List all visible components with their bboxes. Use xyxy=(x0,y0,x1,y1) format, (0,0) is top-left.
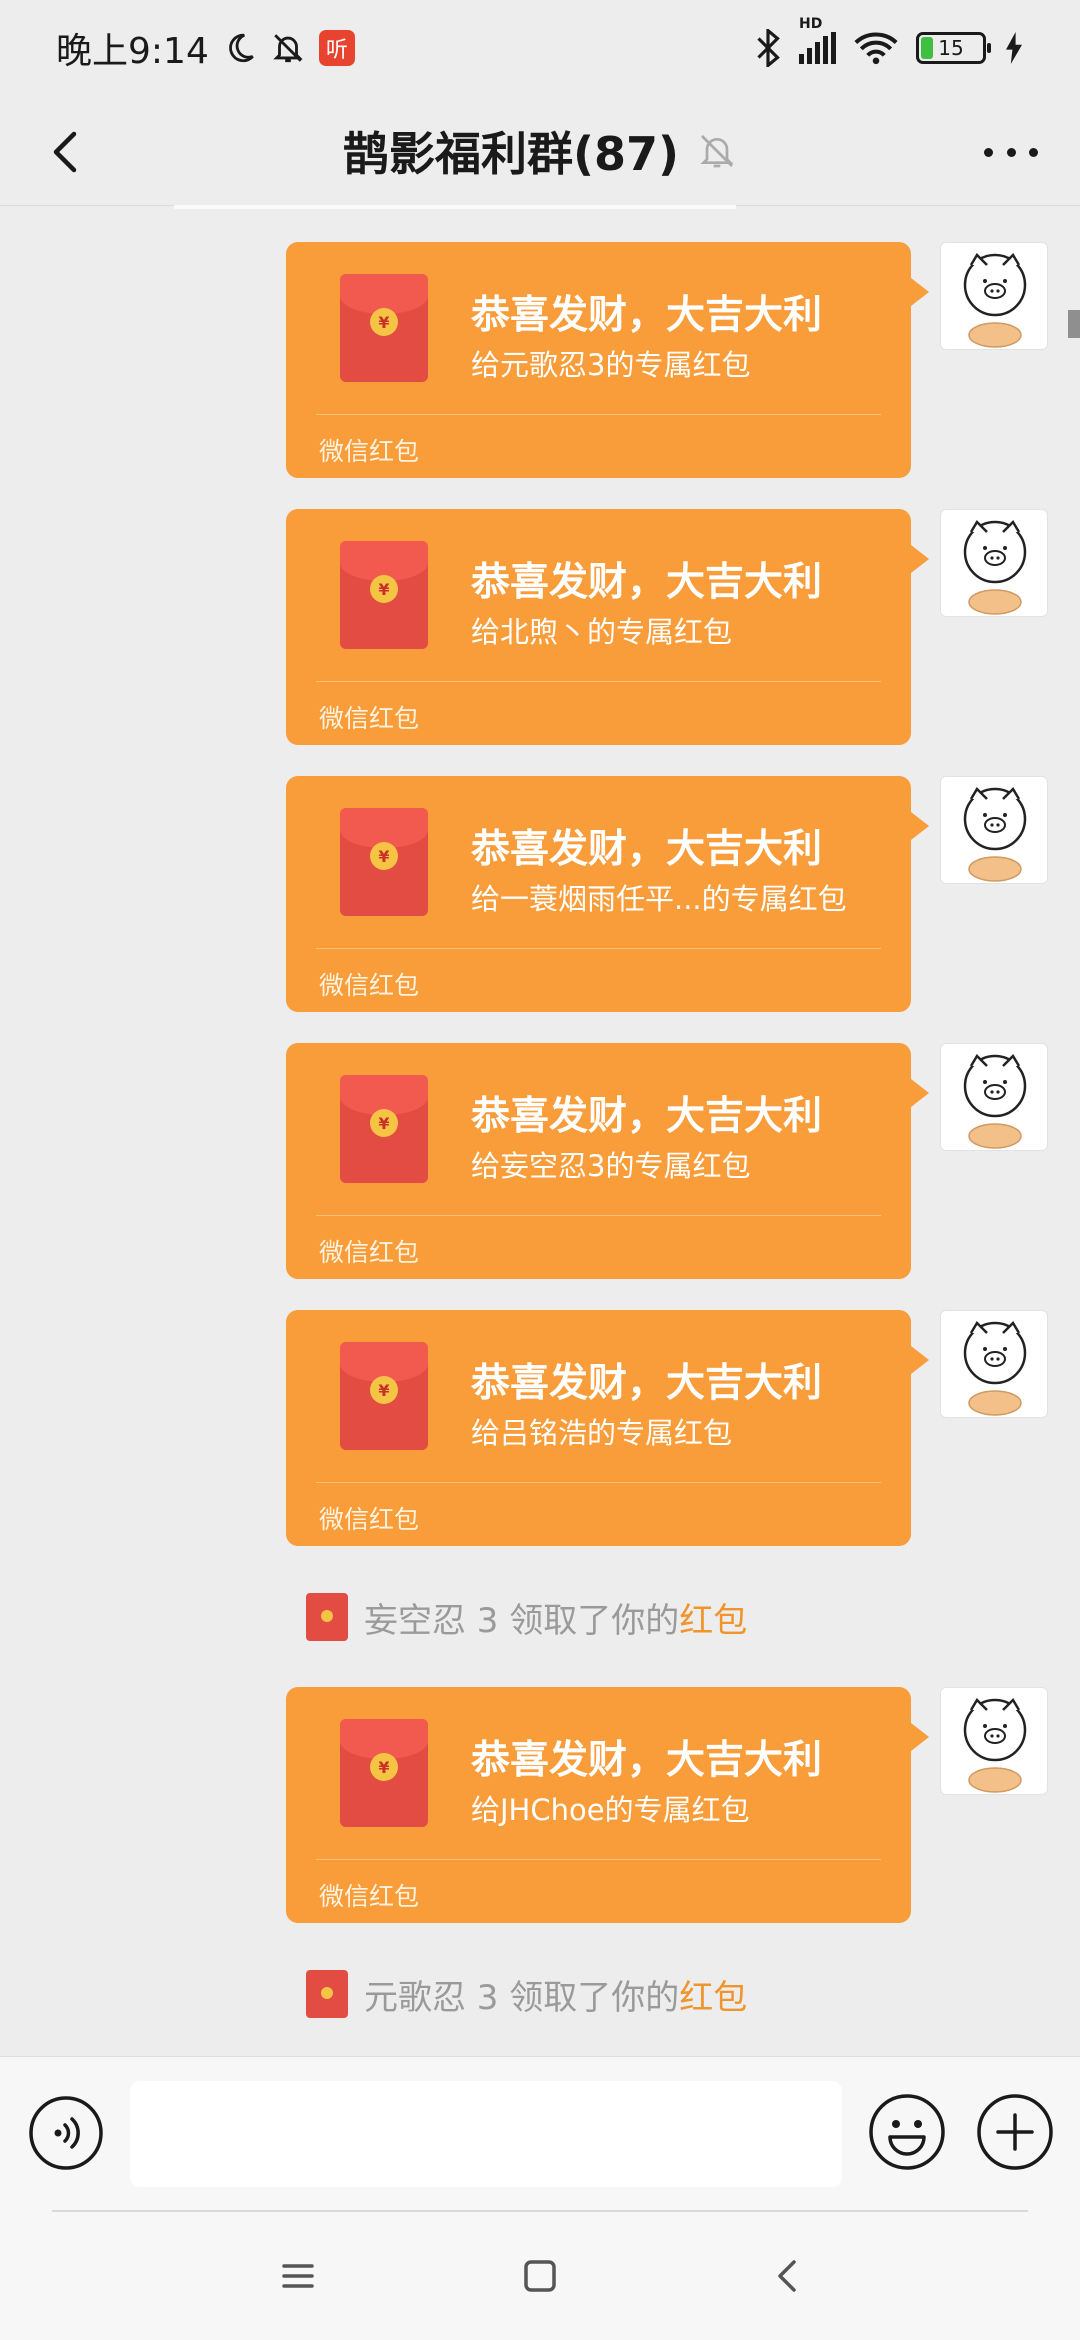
red-packet-recipient: 给JHChoe的专属红包 xyxy=(471,1793,750,1827)
red-packet-divider xyxy=(316,414,881,415)
red-packet-recipient: 给妄空忍3的专属红包 xyxy=(471,1149,751,1183)
red-packet-message[interactable]: ¥ 恭喜发财，大吉大利 给一蓑烟雨任平...的专属红包 微信红包 xyxy=(286,776,929,1012)
avatar[interactable] xyxy=(940,1687,1048,1795)
red-packet-message[interactable]: ¥ 恭喜发财，大吉大利 给吕铭浩的专属红包 微信红包 xyxy=(286,1310,929,1546)
red-packet-brand: 微信红包 xyxy=(319,1882,420,1911)
notice-text: 元歌忍 3 领取了你的 xyxy=(364,1977,680,2018)
plus-icon[interactable] xyxy=(976,2093,1054,2171)
status-bar: 晚上9:14 听 HD 15 xyxy=(0,0,1080,96)
red-packet-recipient: 给北煦丶的专属红包 xyxy=(471,615,733,649)
battery-level: 15 xyxy=(938,36,964,60)
more-dots-icon[interactable] xyxy=(976,122,1046,182)
red-packet-icon: ¥ xyxy=(340,274,428,382)
status-left: 晚上9:14 听 xyxy=(56,22,355,74)
red-packet-brand: 微信红包 xyxy=(319,1238,420,1267)
app-badge: 听 xyxy=(318,30,355,66)
system-notice-text: 妄空忍 3 领取了你的红包 xyxy=(364,1593,747,1642)
red-packet-recipient: 给一蓑烟雨任平...的专属红包 xyxy=(471,882,847,916)
red-packet-title: 恭喜发财，大吉大利 xyxy=(471,1361,823,1406)
red-packet-brand: 微信红包 xyxy=(319,704,420,733)
status-time: 晚上9:14 xyxy=(56,31,209,72)
moon-icon xyxy=(228,33,254,63)
chat-title: 鹊影福利群(87) xyxy=(342,126,680,181)
input-bar xyxy=(0,2056,1080,2212)
red-packet-icon: ¥ xyxy=(340,541,428,649)
red-packet-brand: 微信红包 xyxy=(319,971,420,1000)
avatar[interactable] xyxy=(940,509,1048,617)
red-packet-divider xyxy=(316,1215,881,1216)
red-packet-icon: ¥ xyxy=(340,808,428,916)
red-packet-message[interactable]: ¥ 恭喜发财，大吉大利 给北煦丶的专属红包 微信红包 xyxy=(286,509,929,745)
red-packet-link[interactable]: 红包 xyxy=(679,1601,747,1641)
red-packet-message[interactable]: ¥ 恭喜发财，大吉大利 给妄空忍3的专属红包 微信红包 xyxy=(286,1043,929,1279)
bell-off-icon xyxy=(273,34,303,63)
avatar[interactable] xyxy=(940,1310,1048,1418)
voice-icon[interactable] xyxy=(28,2095,104,2171)
red-packet-recipient: 给吕铭浩的专属红包 xyxy=(471,1416,733,1450)
system-notice: 元歌忍 3 领取了你的红包 xyxy=(306,1967,747,2021)
wifi-icon xyxy=(854,32,898,65)
avatar[interactable] xyxy=(940,1043,1048,1151)
red-packet-icon: ¥ xyxy=(340,1719,428,1827)
red-packet-title: 恭喜发财，大吉大利 xyxy=(471,293,823,338)
chat-title-group: 鹊影福利群(87) xyxy=(343,118,737,184)
red-packet-divider xyxy=(316,948,881,949)
avatar[interactable] xyxy=(940,776,1048,884)
chat-header: 鹊影福利群(87) xyxy=(0,96,1080,206)
emoji-icon[interactable] xyxy=(868,2093,946,2171)
red-packet-small-icon xyxy=(306,1970,348,2018)
bluetooth-icon xyxy=(757,29,780,67)
mute-bell-icon xyxy=(700,134,734,167)
chevron-left-icon[interactable] xyxy=(36,122,96,182)
network-label: HD xyxy=(799,16,823,32)
signal-indicator: HD xyxy=(799,16,836,64)
red-packet-icon: ¥ xyxy=(340,1075,428,1183)
red-packet-brand: 微信红包 xyxy=(319,1505,420,1534)
red-packet-title: 恭喜发财，大吉大利 xyxy=(471,827,823,872)
system-notice-text: 元歌忍 3 领取了你的红包 xyxy=(364,1970,747,2019)
battery-indicator: 15 xyxy=(916,32,991,64)
red-packet-message[interactable]: ¥ 恭喜发财，大吉大利 给元歌忍3的专属红包 微信红包 xyxy=(286,242,929,478)
charging-icon xyxy=(1006,32,1022,64)
red-packet-title: 恭喜发财，大吉大利 xyxy=(471,1094,823,1139)
system-back-icon[interactable] xyxy=(764,2252,812,2300)
red-packet-small-icon xyxy=(306,1593,348,1641)
scrollbar[interactable] xyxy=(1068,310,1080,338)
menu-icon[interactable] xyxy=(274,2252,322,2300)
header-underline xyxy=(174,205,736,209)
red-packet-link[interactable]: 红包 xyxy=(679,1978,747,2018)
chat-message-list[interactable]: ¥ 恭喜发财，大吉大利 给元歌忍3的专属红包 微信红包 ¥ 恭喜发财，大吉大利 … xyxy=(0,210,1080,2056)
red-packet-divider xyxy=(316,681,881,682)
notice-text: 妄空忍 3 领取了你的 xyxy=(364,1600,680,1641)
home-icon[interactable] xyxy=(516,2252,564,2300)
red-packet-title: 恭喜发财，大吉大利 xyxy=(471,560,823,605)
red-packet-message[interactable]: ¥ 恭喜发财，大吉大利 给JHChoe的专属红包 微信红包 xyxy=(286,1687,929,1923)
red-packet-divider xyxy=(316,1482,881,1483)
system-navigation-bar xyxy=(0,2212,1080,2340)
avatar[interactable] xyxy=(940,242,1048,350)
system-notice: 妄空忍 3 领取了你的红包 xyxy=(306,1590,747,1644)
status-right: HD 15 xyxy=(755,16,1024,67)
red-packet-brand: 微信红包 xyxy=(319,437,420,466)
red-packet-icon: ¥ xyxy=(340,1342,428,1450)
red-packet-title: 恭喜发财，大吉大利 xyxy=(471,1738,823,1783)
red-packet-divider xyxy=(316,1859,881,1860)
red-packet-recipient: 给元歌忍3的专属红包 xyxy=(471,348,751,382)
message-input[interactable] xyxy=(130,2081,842,2187)
